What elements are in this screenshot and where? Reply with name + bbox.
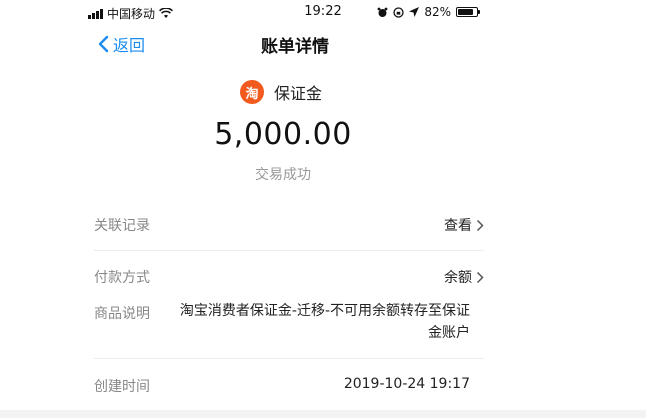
status-bar: 中国移动 19:22 82%	[0, 0, 646, 26]
created-time-label: 创建时间	[94, 379, 150, 395]
chevron-right-icon	[476, 219, 484, 231]
merchant-header: 淘 保证金	[240, 80, 322, 104]
payment-method-label: 付款方式	[94, 270, 150, 286]
location-icon	[409, 7, 420, 17]
battery-percent: 82%	[424, 5, 451, 19]
related-record-label: 关联记录	[94, 218, 150, 234]
merchant-name: 保证金	[274, 84, 323, 103]
transaction-amount: 5,000.00	[214, 117, 352, 152]
payment-method-link[interactable]: 余额	[444, 267, 484, 287]
battery-icon	[456, 7, 480, 17]
payment-method-value: 余额	[444, 270, 472, 286]
transaction-status: 交易成功	[255, 167, 311, 183]
status-time: 19:22	[304, 4, 342, 19]
page-title: 账单详情	[261, 37, 329, 57]
related-record-value: 查看	[444, 218, 472, 234]
battery-fill	[458, 9, 473, 15]
divider	[94, 250, 484, 251]
created-time-value: 2019-10-24 19:17	[343, 376, 470, 392]
product-description-label: 商品说明	[94, 306, 150, 322]
product-description-line: 淘宝消费者保证金-迁移-不可用余额转存至保证	[179, 303, 470, 319]
status-right: 82%	[377, 5, 480, 19]
chevron-right-icon	[476, 271, 484, 283]
product-description-line: 金账户	[428, 325, 470, 341]
taobao-logo-icon: 淘	[240, 80, 264, 104]
divider	[94, 358, 484, 359]
alarm-icon	[377, 7, 388, 17]
rotation-lock-icon	[393, 6, 404, 18]
bottom-strip	[0, 410, 646, 418]
related-record-link[interactable]: 查看	[444, 215, 484, 235]
product-description-value: 淘宝消费者保证金-迁移-不可用余额转存至保证 金账户	[166, 300, 470, 344]
nav-bar: 返回 账单详情	[0, 26, 646, 64]
